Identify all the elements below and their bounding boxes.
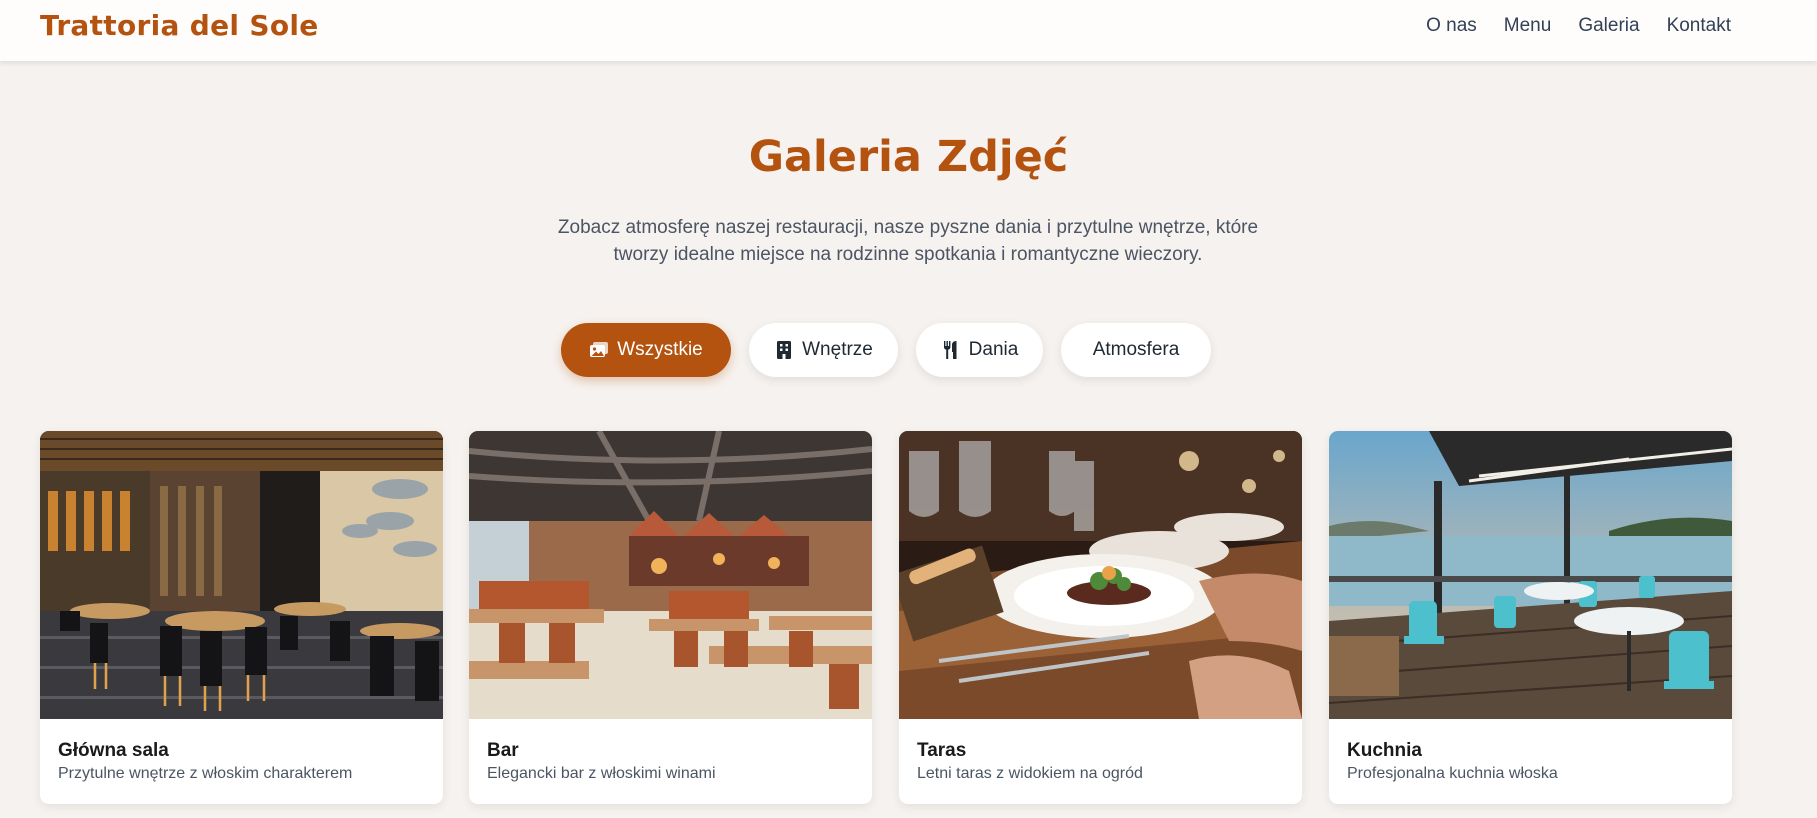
filter-atmosphere-label: Atmosfera: [1092, 339, 1180, 360]
subtitle-line-1: Zobacz atmosferę naszej restauracji, nas…: [557, 217, 1259, 238]
filter-all-label: Wszystkie: [617, 339, 703, 360]
card-description: Przytulne wnętrze z włoskim charakterem: [58, 765, 353, 782]
images-icon: [589, 340, 609, 360]
filter-atmosphere-button[interactable]: Atmosfera: [1061, 323, 1211, 377]
card-title: Bar: [487, 740, 519, 761]
gallery-image: [40, 431, 443, 719]
card-title: Kuchnia: [1347, 740, 1422, 761]
filter-interior-label: Wnętrze: [802, 339, 873, 360]
subtitle-line-2: tworzy idealne miejsce na rodzinne spotk…: [613, 244, 1203, 265]
gallery-card-bar[interactable]: Bar Elegancki bar z włoskimi winami: [469, 431, 872, 804]
card-description: Profesjonalna kuchnia włoska: [1347, 765, 1558, 782]
gallery-card-main-hall[interactable]: Główna sala Przytulne wnętrze z włoskim …: [40, 431, 443, 804]
gallery-card-terrace[interactable]: Taras Letni taras z widokiem na ogród: [899, 431, 1302, 804]
card-description: Letni taras z widokiem na ogród: [917, 765, 1143, 782]
nav-links: O nas Menu Galeria Kontakt: [1426, 15, 1731, 37]
page-title: Galeria Zdjęć: [748, 132, 1069, 182]
top-navbar: Trattoria del Sole O nas Menu Galeria Ko…: [0, 0, 1817, 61]
gallery-card-kitchen[interactable]: Kuchnia Profesjonalna kuchnia włoska: [1329, 431, 1732, 804]
page-subtitle: Zobacz atmosferę naszej restauracji, nas…: [508, 214, 1308, 268]
filter-all-button[interactable]: Wszystkie: [561, 323, 731, 377]
card-title: Główna sala: [58, 740, 169, 761]
nav-link-menu[interactable]: Menu: [1504, 15, 1552, 37]
brand-logo[interactable]: Trattoria del Sole: [40, 9, 319, 42]
gallery-image: [899, 431, 1302, 719]
filter-dishes-button[interactable]: Dania: [916, 323, 1043, 377]
filter-dishes-label: Dania: [968, 339, 1019, 360]
utensils-icon: [941, 340, 961, 360]
card-description: Elegancki bar z włoskimi winami: [487, 765, 716, 782]
gallery-image: [1329, 431, 1732, 719]
card-title: Taras: [917, 740, 967, 761]
nav-link-kontakt[interactable]: Kontakt: [1667, 15, 1731, 37]
building-icon: [774, 340, 794, 360]
nav-link-o-nas[interactable]: O nas: [1426, 15, 1477, 37]
filter-interior-button[interactable]: Wnętrze: [749, 323, 898, 377]
gallery-image: [469, 431, 872, 719]
nav-link-galeria[interactable]: Galeria: [1578, 15, 1639, 37]
